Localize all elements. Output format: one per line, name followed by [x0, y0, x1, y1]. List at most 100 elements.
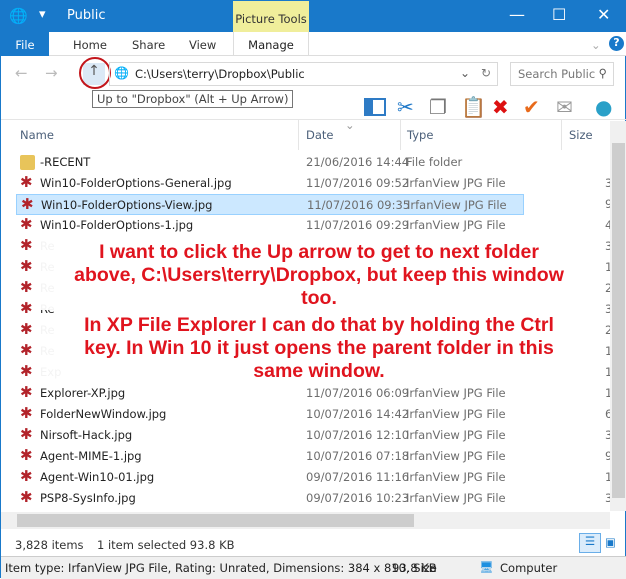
- annotation-line: same window.: [41, 360, 597, 383]
- forward-button[interactable]: →: [45, 64, 58, 88]
- file-row[interactable]: ✱ Win10-FolderOptions-1.jpg 11/07/2016 09:…: [16, 215, 524, 236]
- explorer-icon: 🌐: [9, 7, 28, 25]
- irfanview-file-icon: ✱: [20, 173, 33, 191]
- file-date: 09/07/2016 10:23: [306, 491, 410, 505]
- file-row[interactable]: ✱ Explorer-XP.jpg 11/07/2016 06:09 IrfanVie…: [16, 383, 524, 404]
- annotation-line: too.: [41, 287, 597, 310]
- tab-home[interactable]: Home: [73, 38, 107, 52]
- irfanview-file-icon: ✱: [20, 404, 33, 422]
- column-type[interactable]: Type: [407, 128, 433, 142]
- preview-pane-icon[interactable]: [364, 98, 386, 116]
- file-type: IrfanView JPG File: [406, 176, 506, 190]
- search-icon: ⚲: [598, 66, 607, 80]
- item-count: 3,828 items: [15, 538, 84, 552]
- file-row[interactable]: -RECENT 21/06/2016 14:44 File folder: [16, 152, 524, 173]
- irfanview-file-icon: ✱: [20, 320, 33, 338]
- copy-icon[interactable]: ❐: [429, 95, 447, 119]
- irfanview-file-icon: ✱: [21, 195, 34, 213]
- horizontal-scrollbar[interactable]: [1, 512, 610, 529]
- search-input[interactable]: Search Public ⚲: [510, 62, 614, 86]
- irfanview-file-icon: ✱: [20, 488, 33, 506]
- file-row[interactable]: ✱ Agent-MIME-1.jpg 10/07/2016 07:18 IrfanVi…: [16, 446, 524, 467]
- irfanview-file-icon: ✱: [20, 236, 33, 254]
- item-details: Item type: IrfanView JPG File, Rating: U…: [5, 561, 437, 575]
- details-view-button[interactable]: ☰: [579, 533, 601, 553]
- file-type: File folder: [406, 155, 463, 169]
- annotation-line: I want to click the Up arrow to get to n…: [41, 241, 597, 264]
- ribbon-tabs: File Home Share View Manage ⌄ ?: [1, 32, 626, 56]
- file-type: IrfanView JPG File: [407, 198, 507, 212]
- up-tooltip: Up to "Dropbox" (Alt + Up Arrow): [92, 90, 294, 108]
- cut-icon[interactable]: ✂: [397, 95, 414, 119]
- column-name[interactable]: Name: [20, 128, 54, 142]
- minimize-button[interactable]: —: [509, 5, 525, 24]
- address-path: C:\Users\terry\Dropbox\Public: [135, 67, 305, 81]
- file-row[interactable]: ✱ Win10-FolderOptions-General.jpg 11/07/20…: [16, 173, 524, 194]
- column-size[interactable]: Size: [569, 128, 593, 142]
- refresh-icon[interactable]: ↻: [481, 66, 491, 80]
- file-row[interactable]: ✱ Agent-Win10-01.jpg 09/07/2016 11:16 Irfan…: [16, 467, 524, 488]
- tab-manage[interactable]: Manage: [233, 32, 309, 56]
- file-name: -RECENT: [40, 155, 91, 169]
- file-name: Explorer-XP.jpg: [40, 386, 126, 400]
- mail-icon[interactable]: ✉: [556, 95, 573, 119]
- delete-icon[interactable]: ✖: [492, 95, 509, 119]
- location-icon: 🌐: [114, 66, 129, 80]
- file-date: 09/07/2016 11:16: [306, 470, 410, 484]
- file-name: Win10-FolderOptions-View.jpg: [41, 198, 213, 212]
- address-dropdown-icon[interactable]: ⌄: [460, 66, 470, 80]
- highlight-circle: [79, 57, 111, 89]
- status-bar: Item type: IrfanView JPG File, Rating: U…: [1, 556, 626, 579]
- folder-icon: [20, 155, 35, 170]
- maximize-button[interactable]: ☐: [552, 5, 566, 24]
- file-date: 10/07/2016 07:18: [306, 449, 410, 463]
- quick-access-dropdown-icon[interactable]: ▾: [39, 7, 46, 22]
- back-button[interactable]: ←: [15, 64, 28, 88]
- tab-view[interactable]: View: [189, 38, 216, 52]
- annotation-text: I want to click the Up arrow to get to n…: [41, 241, 597, 383]
- file-name: Win10-FolderOptions-General.jpg: [40, 176, 232, 190]
- tab-file[interactable]: File: [1, 32, 49, 56]
- file-name: FolderNewWindow.jpg: [40, 407, 167, 421]
- vertical-scrollbar[interactable]: [610, 121, 626, 511]
- tab-share[interactable]: Share: [132, 38, 165, 52]
- sort-indicator-icon: ⌄: [345, 118, 355, 132]
- file-type: IrfanView JPG File: [406, 218, 506, 232]
- column-date[interactable]: Date: [306, 128, 334, 142]
- file-date: 10/07/2016 12:10: [306, 428, 410, 442]
- file-name: Agent-MIME-1.jpg: [40, 449, 142, 463]
- checkmark-icon[interactable]: ✔: [523, 95, 540, 119]
- address-bar[interactable]: 🌐 C:\Users\terry\Dropbox\Public ⌄ ↻: [109, 62, 498, 86]
- file-type: IrfanView JPG File: [406, 386, 506, 400]
- file-row[interactable]: ✱ Nirsoft-Hack.jpg 10/07/2016 12:10 IrfanVi…: [16, 425, 524, 446]
- paste-icon[interactable]: 📋: [461, 95, 486, 119]
- file-type: IrfanView JPG File: [406, 449, 506, 463]
- large-icons-view-button[interactable]: ▣: [605, 535, 616, 549]
- shell-icon[interactable]: ●: [595, 95, 612, 119]
- annotation-line: key. In Win 10 it just opens the parent …: [41, 337, 597, 360]
- horizontal-scroll-thumb[interactable]: [17, 514, 414, 527]
- file-date: 11/07/2016 09:29: [306, 218, 410, 232]
- expand-ribbon-icon[interactable]: ⌄: [591, 38, 601, 52]
- file-date: 21/06/2016 14:44: [306, 155, 410, 169]
- irfanview-file-icon: ✱: [20, 341, 33, 359]
- annotation-line: In XP File Explorer I can do that by hol…: [41, 314, 597, 337]
- vertical-scroll-thumb[interactable]: [612, 143, 625, 498]
- file-type: IrfanView JPG File: [406, 470, 506, 484]
- file-date: 11/07/2016 09:35: [307, 198, 411, 212]
- file-name: Win10-FolderOptions-1.jpg: [40, 218, 194, 232]
- file-row[interactable]: ✱ FolderNewWindow.jpg 10/07/2016 14:42 Irfa…: [16, 404, 524, 425]
- irfanview-file-icon: ✱: [20, 362, 33, 380]
- file-type: IrfanView JPG File: [406, 491, 506, 505]
- window-title: Public: [67, 8, 106, 23]
- close-button[interactable]: ✕: [597, 5, 610, 24]
- file-row[interactable]: ✱ PSP8-SysInfo.jpg 09/07/2016 10:23 IrfanVi…: [16, 488, 524, 509]
- column-header: Name Date ⌄ Type Size: [1, 118, 626, 150]
- title-bar: 🌐 ▾ Public Picture Tools — ☐ ✕: [1, 1, 626, 32]
- file-name: Agent-Win10-01.jpg: [40, 470, 155, 484]
- help-icon[interactable]: ?: [609, 36, 624, 51]
- irfanview-file-icon: ✱: [20, 257, 33, 275]
- file-row[interactable]: ✱ Win10-FolderOptions-View.jpg 11/07/2016 …: [16, 194, 524, 215]
- file-type: IrfanView JPG File: [406, 428, 506, 442]
- irfanview-file-icon: ✱: [20, 215, 33, 233]
